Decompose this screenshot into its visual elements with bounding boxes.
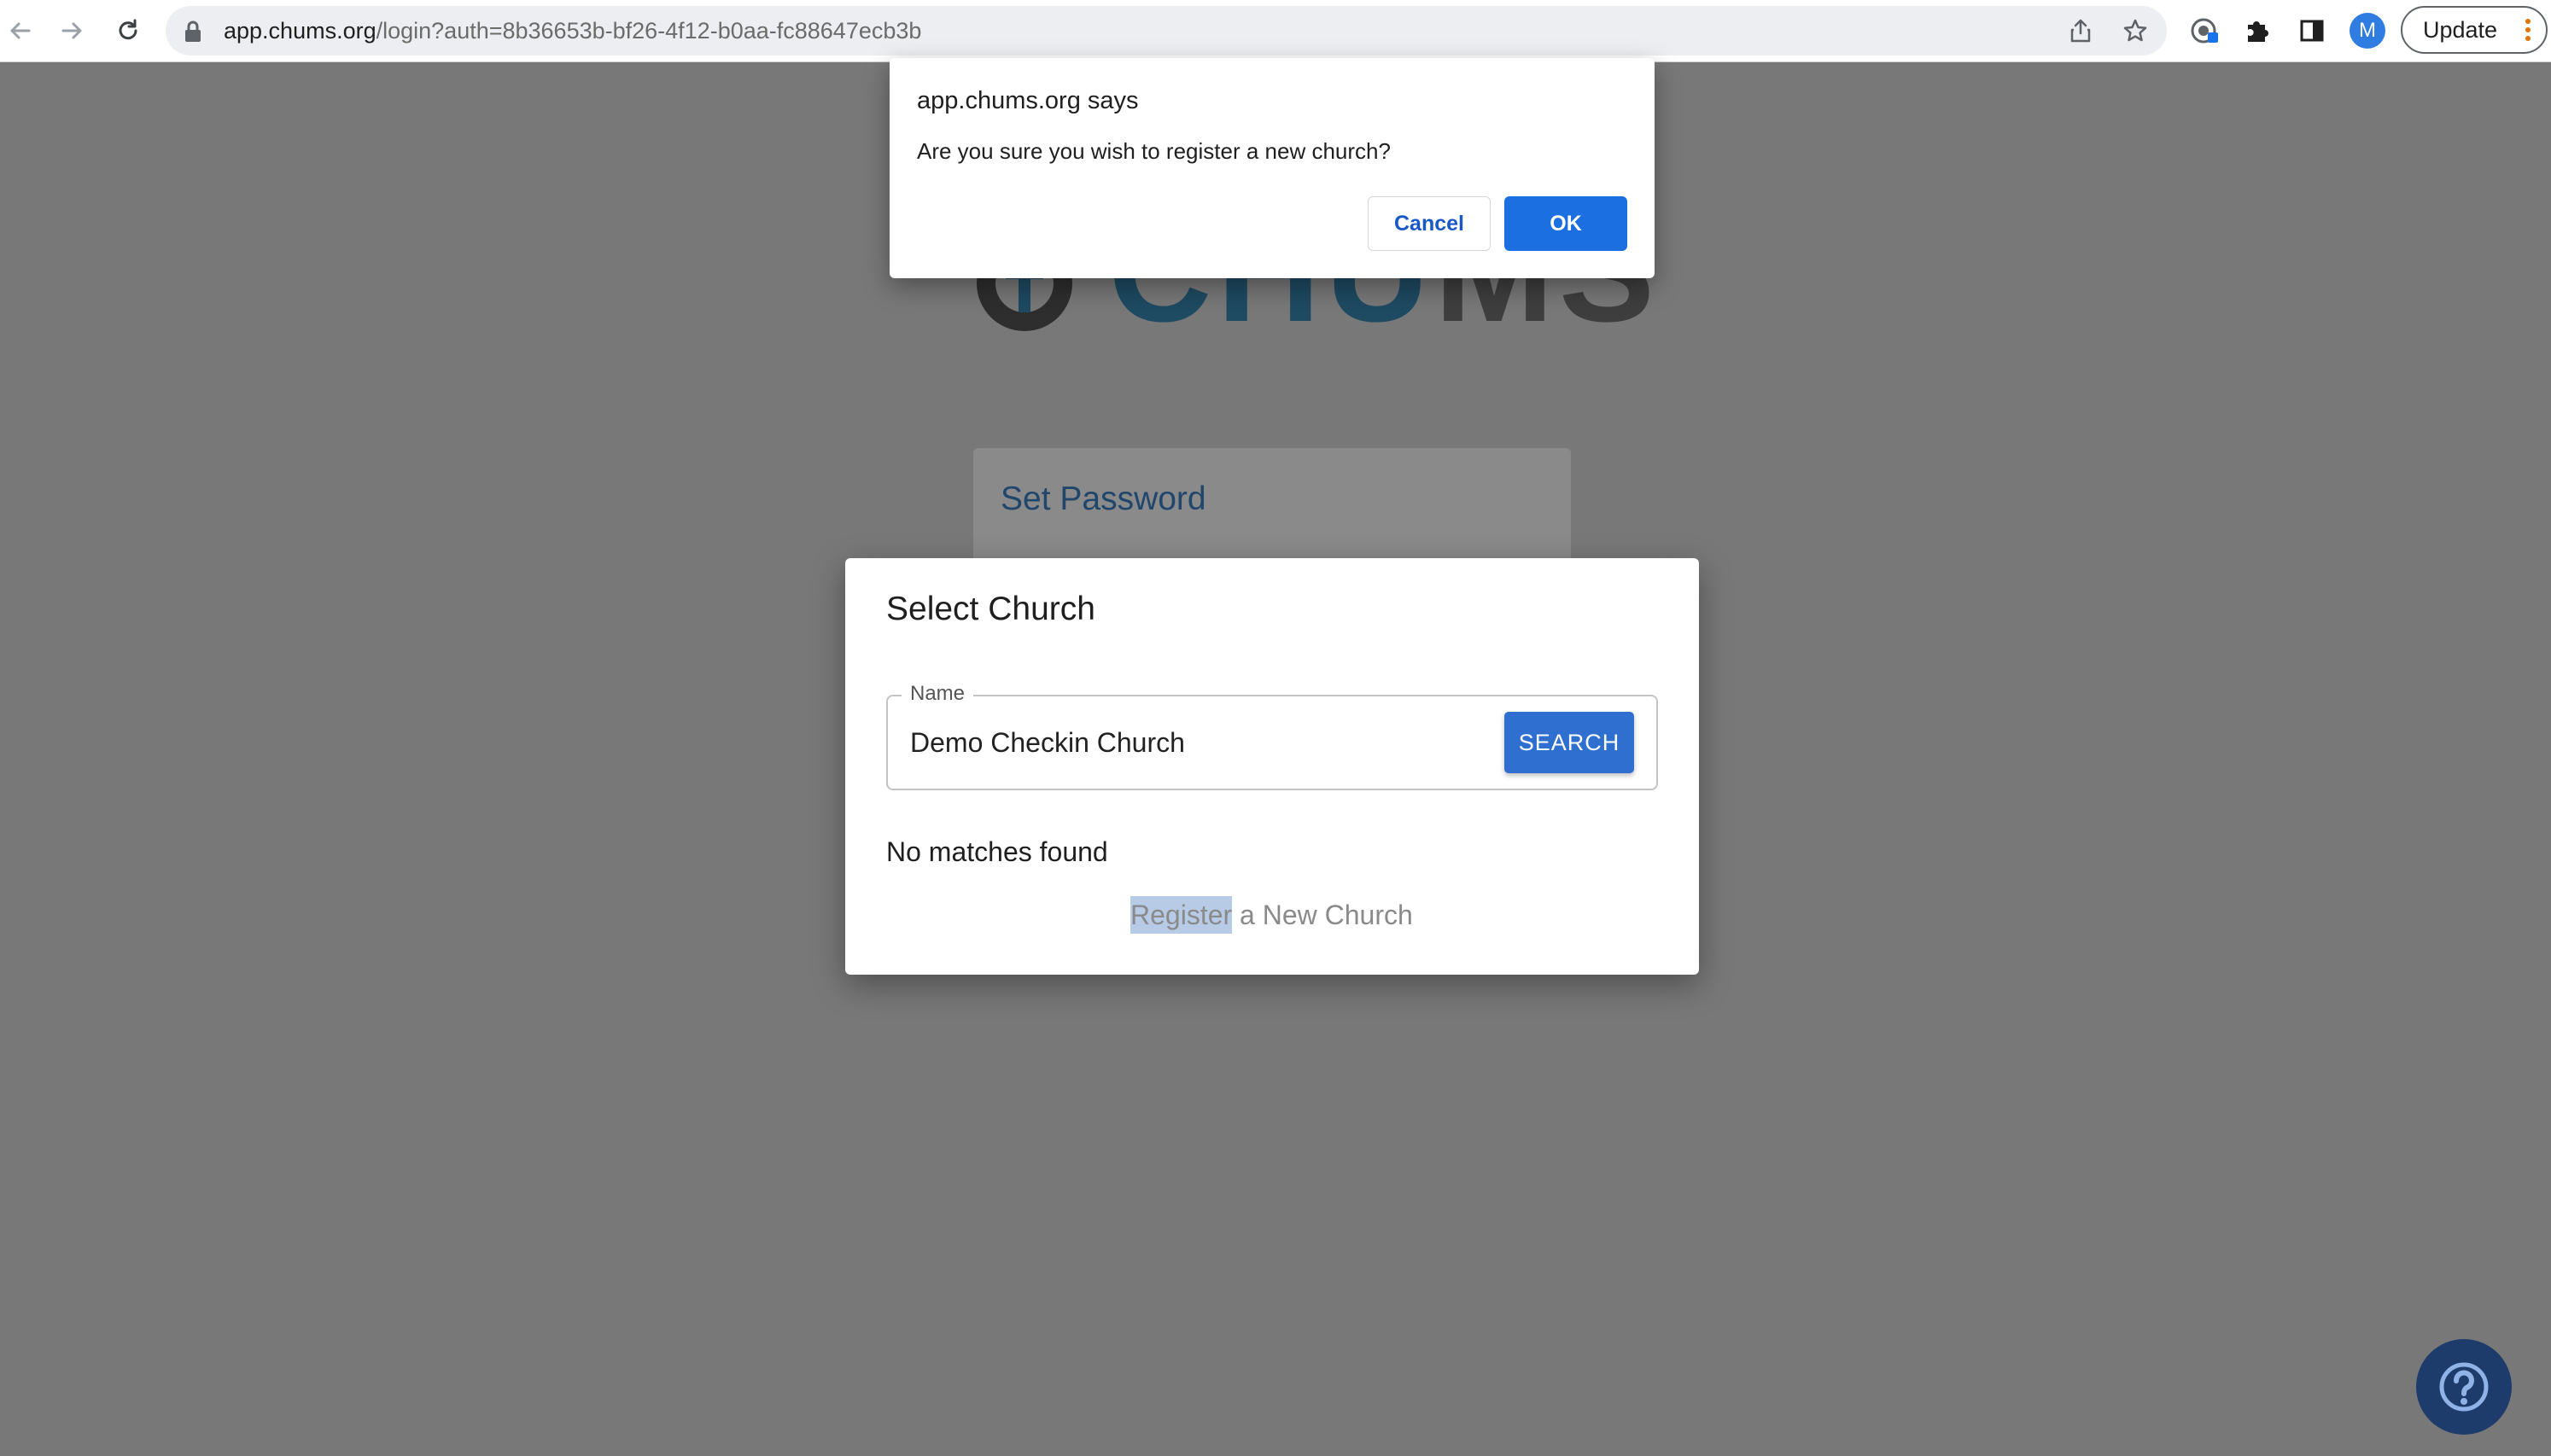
question-mark-icon: [2439, 1362, 2489, 1412]
kebab-menu-icon[interactable]: [2525, 18, 2531, 42]
select-church-dialog: Select Church Name SEARCH No matches fou…: [845, 558, 1699, 975]
star-icon[interactable]: [2122, 18, 2148, 44]
alert-message: Are you sure you wish to register a new …: [917, 138, 1391, 164]
no-matches-text: No matches found: [886, 836, 1108, 867]
profile-avatar[interactable]: M: [2350, 13, 2385, 49]
lock-icon[interactable]: [183, 20, 203, 43]
password-manager-icon[interactable]: [2187, 14, 2221, 48]
update-button[interactable]: Update: [2401, 6, 2548, 54]
address-bar[interactable]: app.chums.org/login?auth=8b36653b-bf26-4…: [166, 6, 2167, 55]
screen: app.chums.org/login?auth=8b36653b-bf26-4…: [0, 0, 2551, 1456]
url-host: app.chums.org: [224, 18, 377, 44]
browser-toolbar: app.chums.org/login?auth=8b36653b-bf26-4…: [0, 0, 2551, 62]
share-icon[interactable]: [2068, 18, 2093, 44]
puzzle-icon[interactable]: [2240, 14, 2274, 48]
side-panel-icon[interactable]: [2295, 14, 2329, 48]
ok-button[interactable]: OK: [1504, 196, 1627, 251]
register-selected-text: Register: [1130, 896, 1233, 934]
back-arrow-icon[interactable]: [2, 12, 39, 50]
church-name-input[interactable]: [910, 720, 1465, 765]
update-label: Update: [2423, 17, 2498, 43]
register-rest-text: a New Church: [1232, 900, 1413, 930]
alert-title: app.chums.org says: [917, 87, 1139, 114]
register-new-church-link[interactable]: Register a New Church: [1130, 896, 1413, 934]
cancel-button[interactable]: Cancel: [1368, 196, 1491, 251]
reload-icon[interactable]: [109, 12, 147, 50]
forward-arrow-icon[interactable]: [53, 12, 90, 50]
search-button[interactable]: SEARCH: [1504, 712, 1634, 773]
church-name-field: Name SEARCH: [886, 681, 1658, 790]
url-text[interactable]: app.chums.org/login?auth=8b36653b-bf26-4…: [224, 6, 921, 55]
confirm-alert-dialog: app.chums.org says Are you sure you wish…: [890, 58, 1655, 278]
dialog-title: Select Church: [886, 591, 1095, 627]
url-path: /login?auth=8b36653b-bf26-4f12-b0aa-fc88…: [376, 18, 922, 44]
name-label: Name: [902, 681, 974, 707]
help-button[interactable]: [2416, 1339, 2512, 1435]
set-password-title: Set Password: [1001, 480, 1206, 517]
